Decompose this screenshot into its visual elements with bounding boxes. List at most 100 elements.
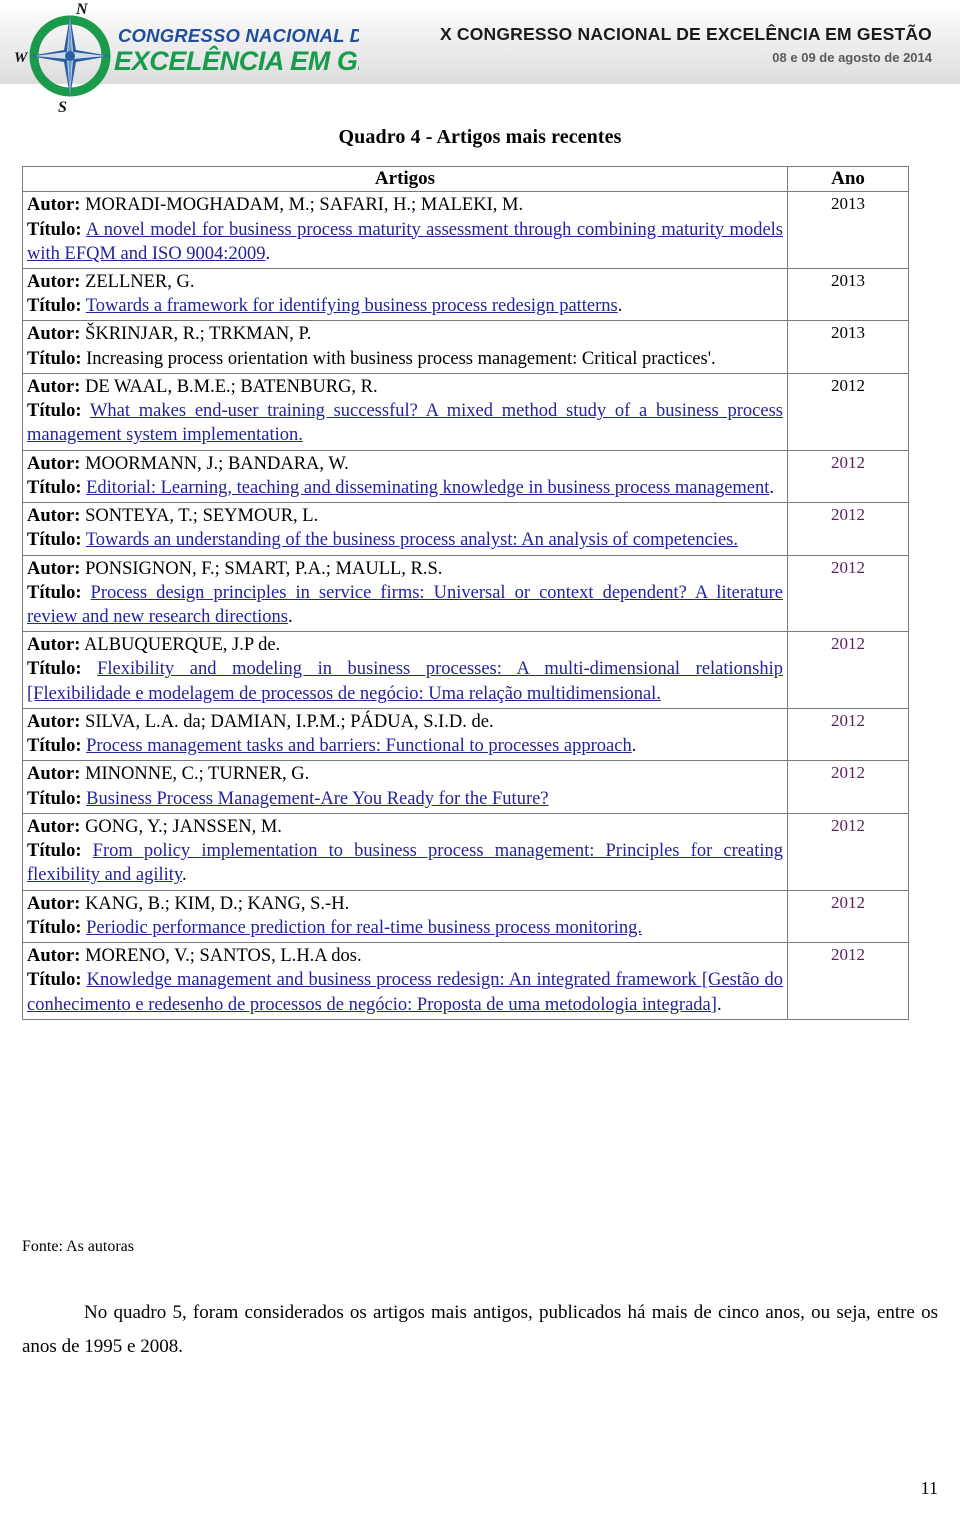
author-label: Autor:: [27, 558, 81, 579]
title-trailing-punct: .: [716, 994, 722, 1015]
author-label: Autor:: [27, 635, 81, 656]
title-label: Título:: [27, 348, 82, 369]
logo-compass-icon: N S W CONGRESSO NACIONAL DE EXCELÊNCIA E…: [14, 1, 359, 112]
author-line: Autor: SONTEYA, T.; SEYMOUR, L.: [27, 504, 783, 528]
cell-artigos: Autor: MORENO, V.; SANTOS, L.H.A dos. Tít…: [22, 942, 788, 1020]
author-line: Autor: PONSIGNON, F.; SMART, P.A.; MAULL…: [27, 557, 783, 581]
title-label: Título:: [27, 917, 82, 938]
congress-logo: N S W CONGRESSO NACIONAL DE EXCELÊNCIA E…: [14, 0, 359, 112]
title-trailing-punct: .: [287, 607, 293, 628]
cell-artigos: Autor: ZELLNER, G. Título: Towards a fram…: [22, 267, 788, 322]
title-label: Título:: [27, 401, 82, 422]
table-caption: Quadro 4 - Artigos mais recentes: [338, 126, 622, 148]
title-label: Título:: [27, 970, 82, 991]
title-link[interactable]: Towards a framework for identifying busi…: [86, 296, 618, 316]
title-label: Título:: [27, 841, 82, 862]
table-row: Autor: SILVA, L.A. da; DAMIAN, I.P.M.; P…: [22, 707, 909, 762]
title-link[interactable]: Towards an understanding of the business…: [86, 530, 738, 550]
author-value: ZELLNER, G.: [85, 271, 195, 292]
cell-artigos: Autor: DE WAAL, B.M.E.; BATENBURG, R. Tít…: [22, 372, 788, 451]
author-label: Autor:: [27, 324, 81, 345]
body-paragraph: No quadro 5, foram considerados os artig…: [22, 1302, 938, 1357]
author-value: ALBUQUERQUE, J.P de.: [84, 635, 281, 656]
title-link[interactable]: Business Process Management-Are You Read…: [86, 789, 548, 809]
title-link[interactable]: A novel model for business process matur…: [27, 220, 783, 264]
title-line: Título: Editorial: Learning, teaching an…: [27, 476, 783, 500]
cell-artigos: Autor: GONG, Y.; JANSSEN, M. Título: From…: [22, 812, 788, 891]
author-value: SONTEYA, T.; SEYMOUR, L.: [85, 506, 319, 527]
title-link[interactable]: From policy implementation to business p…: [27, 841, 783, 885]
cell-artigos: Autor: SONTEYA, T.; SEYMOUR, L. Título: T…: [22, 502, 788, 556]
table-row: Autor: MORADI-MOGHADAM, M.; SAFARI, H.; …: [22, 191, 909, 269]
cell-ano: 2012: [787, 554, 909, 633]
title-label: Título:: [27, 788, 82, 809]
author-value: SILVA, L.A. da; DAMIAN, I.P.M.; PÁDUA, S…: [85, 711, 494, 732]
table-header-row: Artigos Ano: [22, 165, 909, 193]
title-trailing-punct: .: [617, 296, 623, 317]
cell-artigos: Autor: PONSIGNON, F.; SMART, P.A.; MAULL…: [22, 554, 788, 633]
table-row: Autor: KANG, B.; KIM, D.; KANG, S.-H. Tít…: [22, 889, 909, 944]
title-label: Título:: [27, 530, 82, 551]
cell-artigos: Autor: KANG, B.; KIM, D.; KANG, S.-H. Tít…: [22, 889, 788, 944]
page-header: N S W CONGRESSO NACIONAL DE EXCELÊNCIA E…: [0, 0, 960, 112]
title-link[interactable]: Flexibility and modeling in business pro…: [27, 659, 783, 703]
table-row: Autor: ZELLNER, G. Título: Towards a fram…: [22, 267, 909, 322]
cell-ano: 2012: [787, 889, 909, 944]
cell-artigos: Autor: SILVA, L.A. da; DAMIAN, I.P.M.; P…: [22, 707, 788, 762]
title-link[interactable]: Periodic performance prediction for real…: [86, 918, 642, 938]
author-line: Autor: SILVA, L.A. da; DAMIAN, I.P.M.; P…: [27, 710, 783, 734]
quadro4-table-wrap: Artigos Ano Autor: MORADI-MOGHADAM, M.; …: [22, 165, 909, 1020]
title-line: Título: Towards an understanding of the …: [27, 528, 783, 552]
author-value: MORADI-MOGHADAM, M.; SAFARI, H.; MALEKI,…: [85, 195, 524, 216]
svg-text:W: W: [14, 50, 29, 66]
page-number: 11: [920, 1478, 938, 1498]
author-label: Autor:: [27, 946, 81, 967]
table-source-note: Fonte: As autoras: [22, 1238, 134, 1255]
title-label: Título:: [27, 736, 82, 757]
table-row: Autor: ŠKRINJAR, R.; TRKMAN, P. Título: I…: [22, 320, 909, 374]
table-row: Autor: MORENO, V.; SANTOS, L.H.A dos. Tít…: [22, 942, 909, 1020]
title-line: Título: Periodic performance prediction …: [27, 916, 783, 940]
cell-ano: 2013: [787, 191, 909, 269]
cell-ano: 2012: [787, 812, 909, 891]
author-line: Autor: ŠKRINJAR, R.; TRKMAN, P.: [27, 322, 783, 346]
author-line: Autor: MINONNE, C.; TURNER, G.: [27, 762, 783, 786]
cell-ano: 2013: [787, 320, 909, 374]
title-line: Título: Increasing process orientation w…: [27, 347, 783, 371]
author-label: Autor:: [27, 816, 81, 837]
column-header-ano: Ano: [787, 165, 909, 193]
author-value: MOORMANN, J.; BANDARA, W.: [85, 453, 349, 474]
title-line: Título: Towards a framework for identify…: [27, 294, 783, 318]
title-label: Título:: [27, 296, 82, 317]
svg-text:CONGRESSO NACIONAL DE: CONGRESSO NACIONAL DE: [118, 25, 359, 46]
cell-artigos: Autor: MINONNE, C.; TURNER, G. Título: Bu…: [22, 760, 788, 814]
author-label: Autor:: [27, 271, 81, 292]
title-line: Título: A novel model for business proce…: [27, 218, 783, 266]
title-link[interactable]: What makes end-user training successful?…: [27, 401, 783, 445]
author-label: Autor:: [27, 506, 81, 527]
author-line: Autor: GONG, Y.; JANSSEN, M.: [27, 815, 783, 839]
title-label: Título:: [27, 219, 82, 240]
title-label: Título:: [27, 477, 82, 498]
title-line: Título: Business Process Management-Are …: [27, 787, 783, 811]
title-label: Título:: [27, 659, 82, 680]
title-trailing-punct: .: [265, 243, 271, 264]
title-line: Título: What makes end-user training suc…: [27, 399, 783, 447]
title-link[interactable]: Editorial: Learning, teaching and dissem…: [86, 478, 769, 498]
author-line: Autor: ZELLNER, G.: [27, 270, 783, 294]
title-link[interactable]: Knowledge management and business proces…: [27, 970, 783, 1014]
author-line: Autor: MORENO, V.; SANTOS, L.H.A dos.: [27, 944, 783, 968]
cell-ano: 2012: [787, 942, 909, 1020]
title-trailing-punct: .: [769, 477, 775, 498]
author-value: GONG, Y.; JANSSEN, M.: [85, 816, 282, 837]
svg-text:N: N: [75, 1, 89, 18]
title-link[interactable]: Process management tasks and barriers: F…: [86, 736, 632, 756]
svg-text:EXCELÊNCIA EM GESTÃO: EXCELÊNCIA EM GESTÃO: [114, 45, 359, 76]
author-label: Autor:: [27, 453, 81, 474]
author-value: DE WAAL, B.M.E.; BATENBURG, R.: [85, 376, 378, 397]
table-row: Autor: DE WAAL, B.M.E.; BATENBURG, R. Tít…: [22, 372, 909, 451]
author-value: ŠKRINJAR, R.; TRKMAN, P.: [85, 324, 312, 345]
title-value: Increasing process orientation with busi…: [86, 348, 716, 369]
title-link[interactable]: Process design principles in service fir…: [27, 583, 783, 627]
author-label: Autor:: [27, 764, 81, 785]
